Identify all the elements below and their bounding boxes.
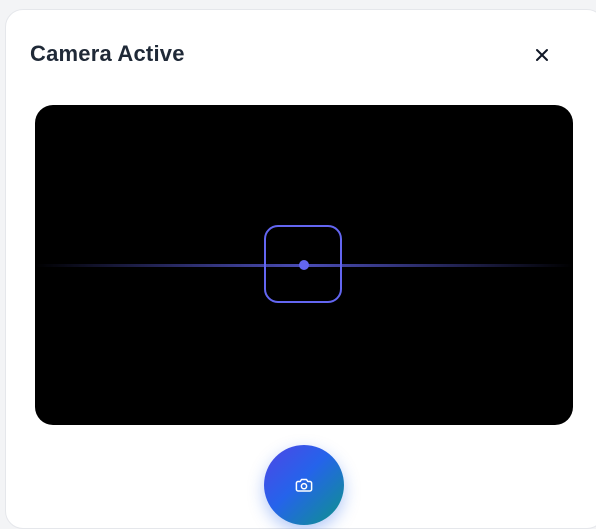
dialog-title: Camera Active [30,41,185,66]
capture-button[interactable] [264,445,344,525]
camera-icon [295,478,313,492]
close-icon [536,49,548,61]
focus-point [299,260,309,270]
camera-viewfinder[interactable] [35,105,573,425]
close-button[interactable] [531,44,553,66]
